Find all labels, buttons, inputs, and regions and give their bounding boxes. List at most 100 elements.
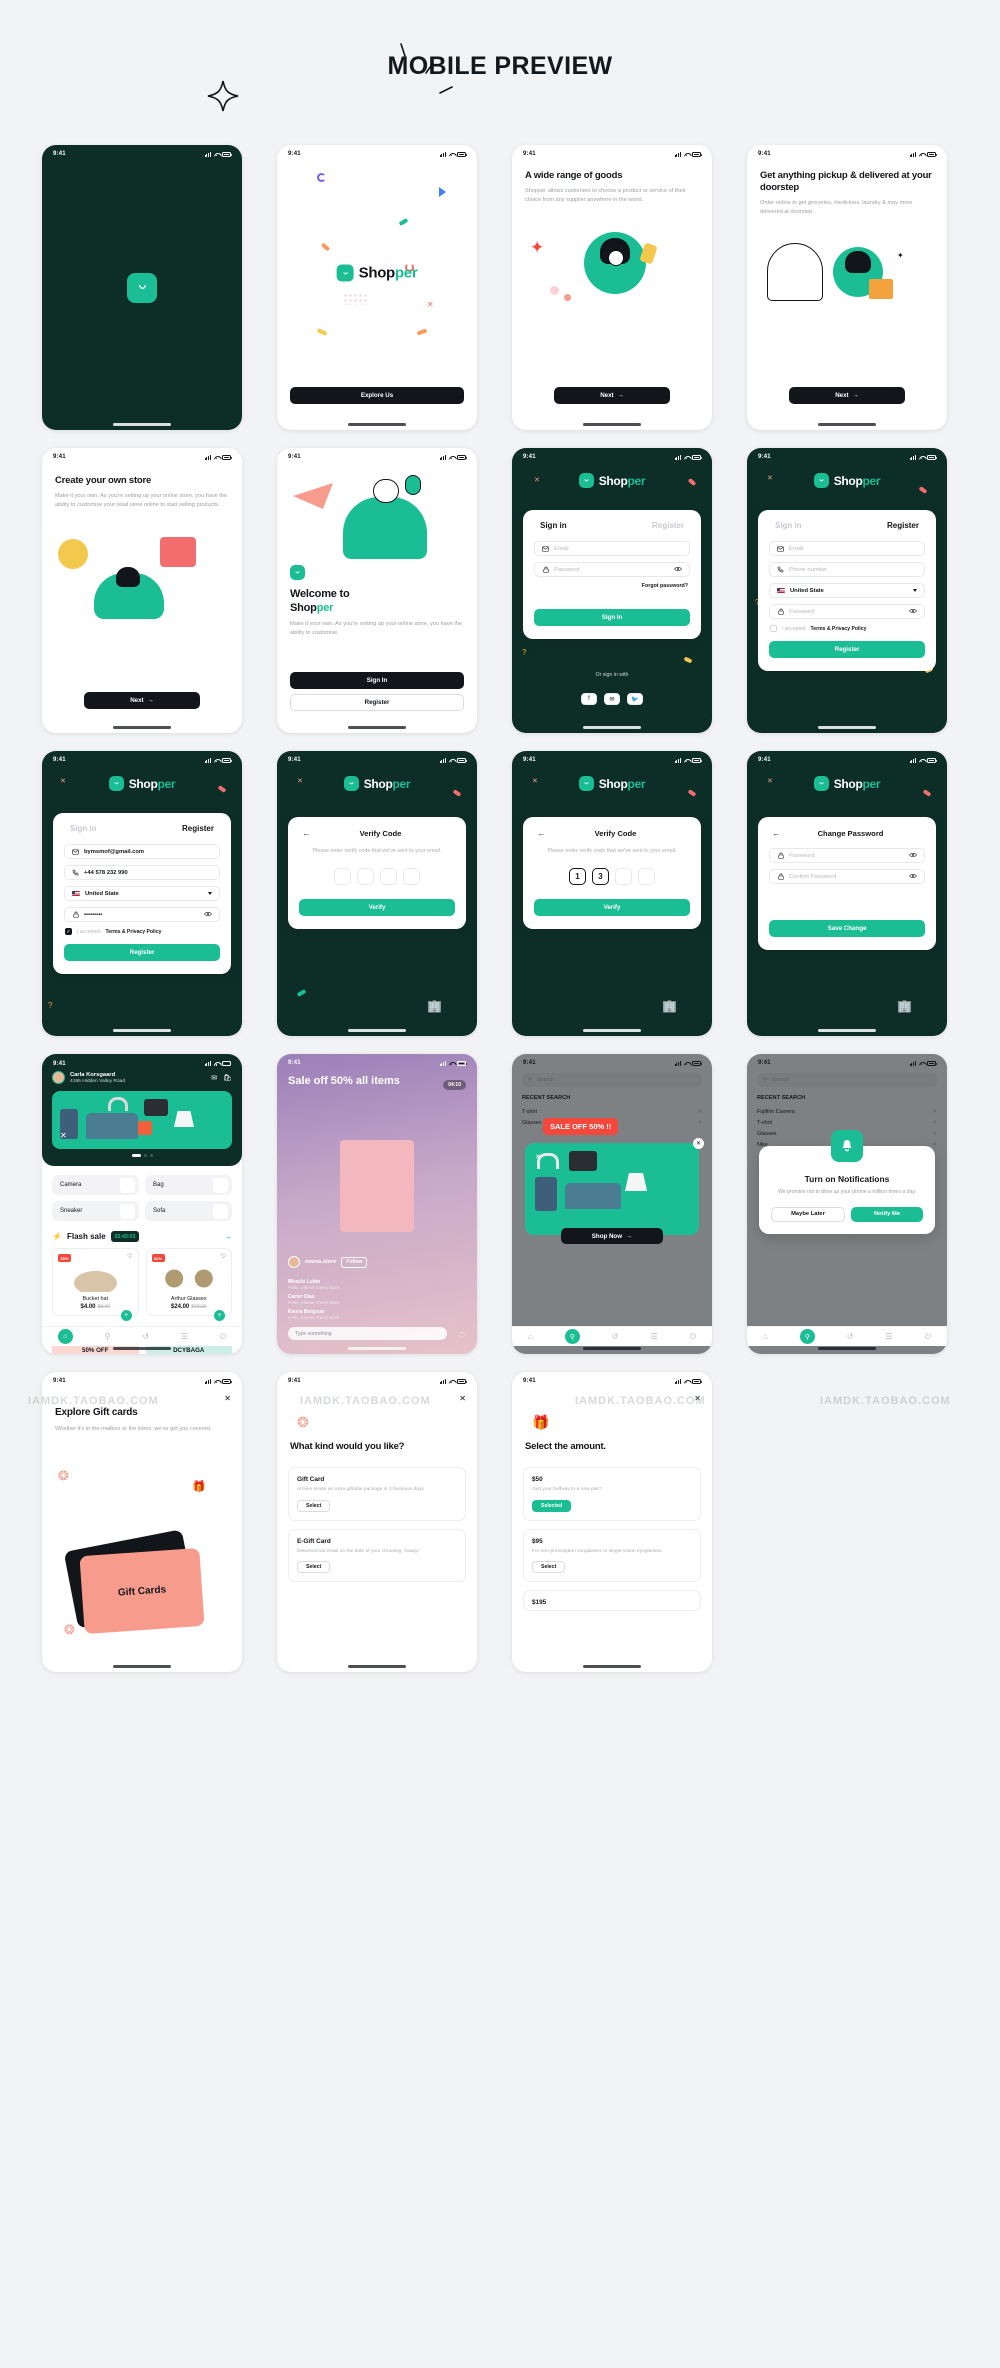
tab-signin[interactable]: Sign in — [775, 521, 802, 530]
shopping-bag-icon[interactable]: 🛍 — [223, 1074, 232, 1082]
screen-gift-kind[interactable]: 9:41 ✕ ❂ What kind would you like? Gift … — [277, 1372, 477, 1672]
gift-option[interactable]: E-Gift Card Delivered via email on the d… — [288, 1528, 466, 1582]
screen-onboarding-1[interactable]: 9:41 A wide range of goods Shopper allow… — [512, 145, 712, 430]
tab-search[interactable]: ⚲ — [799, 1329, 815, 1344]
confirm-password-field[interactable]: Confirm Password — [769, 869, 925, 884]
eye-icon[interactable] — [204, 911, 212, 919]
comment-input[interactable]: Type something — [288, 1327, 447, 1340]
otp-input-row[interactable] — [299, 868, 455, 886]
screen-welcome[interactable]: 9:41 Welcome to Shopper Make it your own… — [277, 448, 477, 733]
close-icon[interactable]: ✕ — [459, 1394, 466, 1403]
password-field[interactable]: Password — [769, 604, 925, 619]
country-select[interactable]: United State — [769, 583, 925, 598]
otp-digit[interactable] — [615, 868, 632, 886]
tab-search[interactable]: ⚲ — [564, 1329, 580, 1344]
next-button[interactable]: Next → — [789, 387, 905, 404]
arrow-right-icon[interactable]: → — [224, 1232, 232, 1241]
terms-link[interactable]: Terms & Privacy Policy — [106, 929, 162, 935]
mail-icon[interactable]: ✉ — [211, 1074, 217, 1082]
screen-notifications[interactable]: 9:41 ⚲ Search RECENT SEARCH Fujifilm Cam… — [747, 1054, 947, 1354]
heart-icon[interactable]: ♡ — [127, 1253, 132, 1260]
screen-register-filled[interactable]: 9:41 ✕ ? Shopper Sign in Register bymsmo… — [42, 751, 242, 1036]
otp-digit[interactable] — [380, 868, 397, 886]
close-icon[interactable]: ✕ — [693, 1138, 704, 1149]
otp-digit[interactable]: 1 — [569, 868, 586, 886]
email-login-button[interactable]: ✉ — [604, 693, 620, 705]
select-button[interactable]: Select — [297, 1499, 331, 1512]
tab-search[interactable]: ⚲ — [105, 1332, 111, 1341]
register-button[interactable]: Register — [290, 694, 464, 711]
otp-digit[interactable]: 3 — [592, 868, 609, 886]
phone-field[interactable]: +44 578 232 990 — [64, 865, 220, 880]
bottom-tab-bar[interactable]: ⌂ ⚲ ↺ ☰ ⏻ — [512, 1326, 712, 1346]
register-submit-button[interactable]: Register — [769, 641, 925, 658]
screen-sale-story[interactable]: 9:41 Sale off 50% all items 04:10 mama.s… — [277, 1054, 477, 1354]
email-field[interactable]: Email — [769, 541, 925, 556]
maybe-later-button[interactable]: Maybe Later — [771, 1206, 845, 1222]
amount-option[interactable]: $195 — [523, 1589, 701, 1611]
otp-digit[interactable] — [334, 868, 351, 886]
facebook-login-button[interactable]: f — [581, 693, 597, 705]
back-arrow-icon[interactable]: ← — [302, 829, 311, 838]
screen-logo-intro[interactable]: 9:41 ✕ Shopper Explore Us — [277, 145, 477, 430]
selected-button[interactable]: Selected — [532, 1499, 572, 1512]
tab-menu[interactable]: ☰ — [650, 1332, 657, 1341]
verify-button[interactable]: Verify — [299, 899, 455, 917]
gift-option[interactable]: Gift Card Arrives inside an extra giftab… — [288, 1467, 466, 1521]
country-select[interactable]: United State — [64, 886, 220, 901]
save-change-button[interactable]: Save Change — [769, 920, 925, 937]
screen-gift-intro[interactable]: 9:41 ✕ Explore Gift cards Whether it's i… — [42, 1372, 242, 1672]
tab-signin[interactable]: Sign in — [539, 521, 568, 532]
category-item[interactable]: Camera — [52, 1175, 139, 1195]
screen-change-password[interactable]: 9:41 ✕ Shopper ← Change Password Passwor… — [747, 751, 947, 1036]
screen-search-promo[interactable]: 9:41 ⚲ Search RECENT SEARCH T-shirt✕ Gla… — [512, 1054, 712, 1354]
user-row[interactable]: Carla Korsgaard 4195 Hidden Valley Road … — [42, 1069, 242, 1091]
eye-icon[interactable] — [909, 608, 917, 616]
bottom-tab-bar[interactable]: ⌂ ⚲ ↺ ☰ ⏻ — [747, 1326, 947, 1346]
otp-input-row[interactable]: 1 3 — [534, 868, 690, 886]
forgot-password-link[interactable]: Forgot password? — [534, 583, 688, 589]
add-to-cart-button[interactable]: + — [214, 1310, 225, 1321]
heart-icon[interactable]: ♡ — [221, 1253, 226, 1260]
tab-orders[interactable]: ↺ — [142, 1332, 149, 1341]
terms-row[interactable]: I accepted Terms & Privacy Policy — [770, 625, 924, 632]
screen-signin[interactable]: 9:41 ✕ ? Shopper Sign in Register Email … — [512, 448, 712, 733]
screen-onboarding-2[interactable]: 9:41 Get anything pickup & delivered at … — [747, 145, 947, 430]
follow-button[interactable]: Follow — [341, 1256, 368, 1268]
screen-create-store[interactable]: 9:41 Create your own store Make it your … — [42, 448, 242, 733]
tab-signin[interactable]: Sign in — [70, 824, 97, 833]
otp-digit[interactable] — [403, 868, 420, 886]
signin-submit-button[interactable]: Sign In — [534, 609, 690, 626]
back-arrow-icon[interactable]: ← — [537, 829, 546, 838]
back-arrow-icon[interactable]: ← — [772, 829, 781, 838]
tab-orders[interactable]: ↺ — [847, 1332, 854, 1341]
tab-menu[interactable]: ☰ — [885, 1332, 892, 1341]
select-button[interactable]: Select — [532, 1560, 566, 1573]
tab-profile[interactable]: ⏻ — [690, 1332, 696, 1342]
explore-us-button[interactable]: Explore Us — [290, 387, 464, 404]
screen-home[interactable]: 9:41 Carla Korsgaard 4195 Hidden Valley … — [42, 1054, 242, 1354]
next-button[interactable]: Next → — [554, 387, 670, 404]
close-icon[interactable]: ✕ — [224, 1394, 231, 1403]
next-button[interactable]: Next → — [84, 692, 200, 709]
tab-register[interactable]: Register — [180, 824, 216, 835]
select-button[interactable]: Select — [297, 1560, 331, 1573]
verify-button[interactable]: Verify — [534, 899, 690, 917]
tab-menu[interactable]: ☰ — [181, 1332, 188, 1341]
phone-field[interactable]: Phone number — [769, 562, 925, 577]
eye-icon[interactable] — [909, 852, 917, 860]
eye-icon[interactable] — [909, 873, 917, 881]
screen-splash[interactable]: 9:41 — [42, 145, 242, 430]
gift-card-front[interactable]: Gift Cards — [79, 1547, 205, 1635]
carousel-dots[interactable] — [42, 1154, 242, 1157]
tab-register[interactable]: Register — [885, 521, 921, 532]
twitter-login-button[interactable]: 🐦 — [627, 693, 643, 705]
promo-banner[interactable]: ✕ — [52, 1091, 232, 1149]
screen-verify-filled[interactable]: 9:41 ✕ Shopper ← Verify Code Please ente… — [512, 751, 712, 1036]
amount-option[interactable]: $50 Just your halfway to a new pair? Sel… — [523, 1467, 701, 1521]
terms-checkbox[interactable]: ✓ — [65, 928, 72, 935]
screen-gift-amount[interactable]: 9:41 ✕ 🎁 Select the amount. $50 Just you… — [512, 1372, 712, 1672]
tab-home[interactable]: ⌂ — [57, 1329, 73, 1344]
amount-option[interactable]: $95 For non-prescription sunglasses or s… — [523, 1528, 701, 1582]
password-field[interactable]: ••••••••• — [64, 907, 220, 922]
